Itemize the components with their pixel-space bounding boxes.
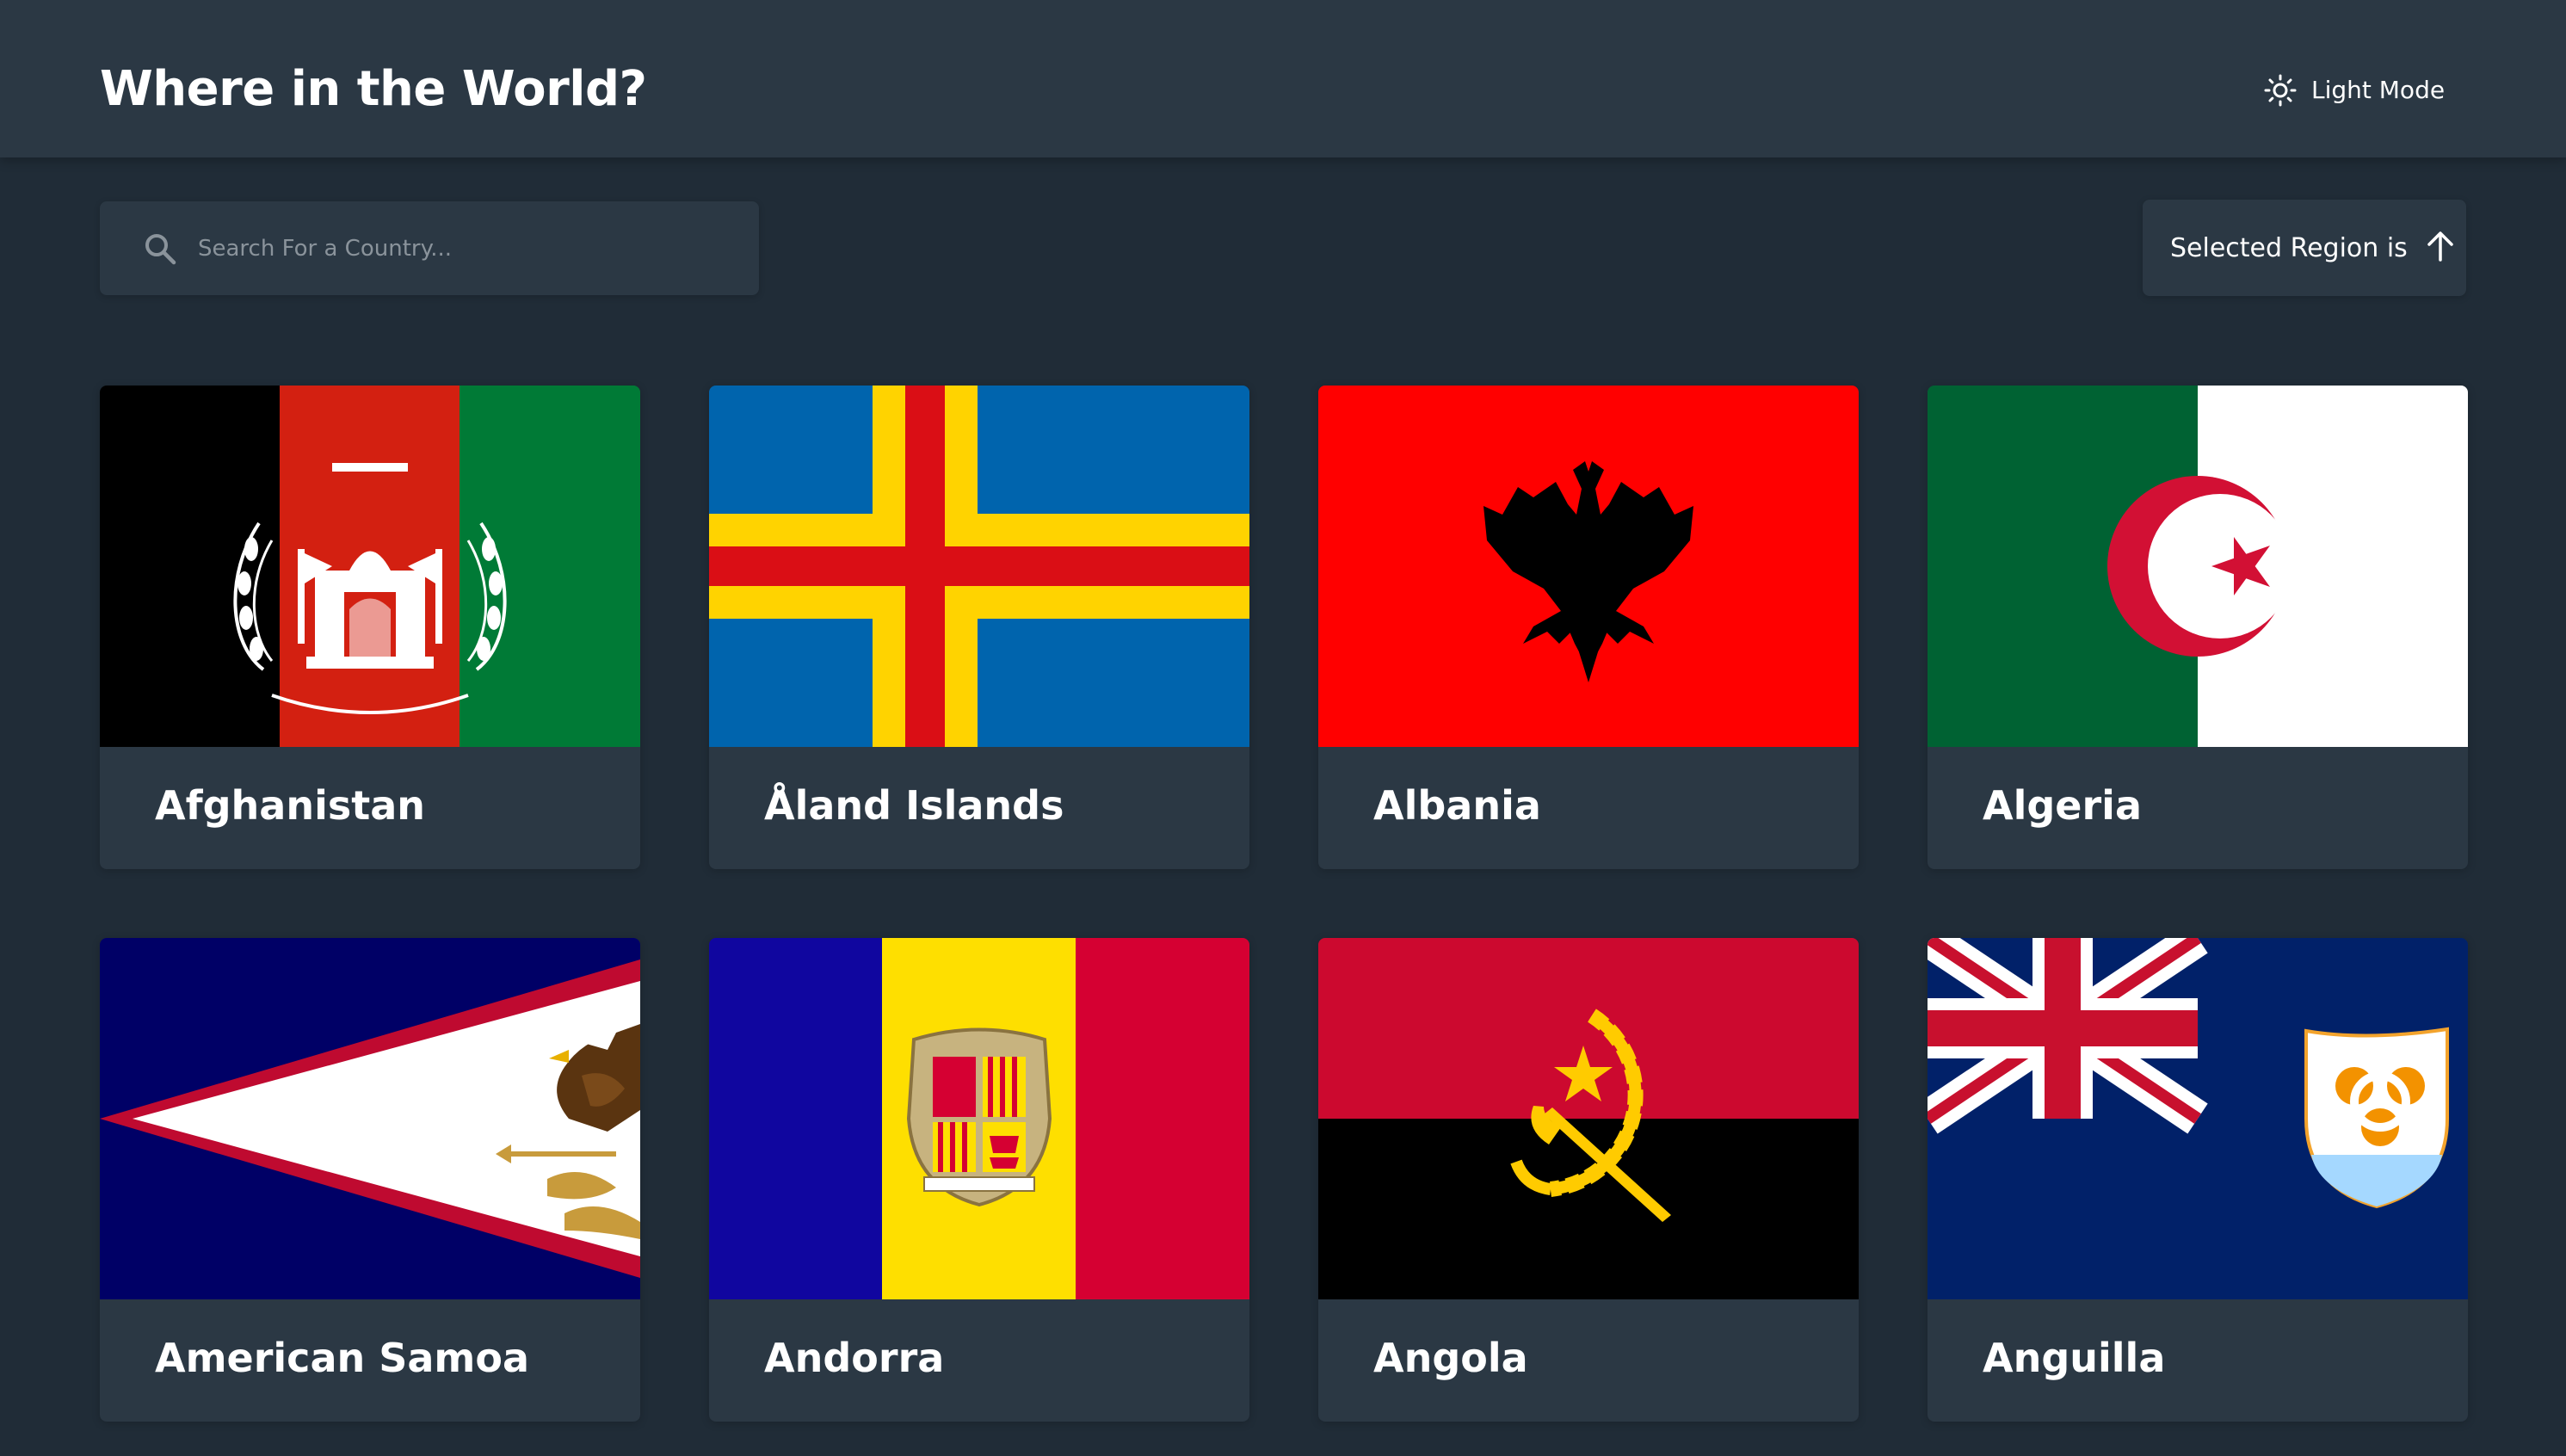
country-name: Angola (1373, 1335, 1528, 1381)
country-name: Andorra (764, 1335, 945, 1381)
theme-toggle-label: Light Mode (2311, 76, 2446, 104)
country-card[interactable]: Anguilla (1928, 938, 2468, 1422)
arrow-up-icon (2408, 229, 2458, 267)
country-name: Afghanistan (155, 782, 426, 829)
country-card[interactable]: Angola (1318, 938, 1859, 1422)
country-card[interactable]: Afghanistan (100, 386, 640, 869)
flag-image-anguilla (1928, 938, 2468, 1299)
search-icon (143, 231, 177, 266)
flag-image-afghanistan (100, 386, 640, 747)
region-filter-label: Selected Region is (2170, 232, 2408, 263)
country-name: Anguilla (1983, 1335, 2166, 1381)
country-card[interactable]: American Samoa (100, 938, 640, 1422)
flag-image-angola (1318, 938, 1859, 1299)
search-box[interactable] (100, 201, 759, 295)
country-card[interactable]: Åland Islands (709, 386, 1249, 869)
country-name: Algeria (1983, 782, 2142, 829)
country-card[interactable]: Andorra (709, 938, 1249, 1422)
country-name: American Samoa (155, 1335, 530, 1381)
flag-image-american-samoa (100, 938, 640, 1299)
sun-icon (2263, 73, 2298, 108)
header-bar: Where in the World? Light Mode (0, 0, 2566, 157)
country-card[interactable]: Albania (1318, 386, 1859, 869)
country-name: Åland Islands (764, 782, 1064, 829)
flag-image-andorra (709, 938, 1249, 1299)
flag-image-aland-islands (709, 386, 1249, 747)
flag-image-algeria (1928, 386, 2468, 747)
flag-image-albania (1318, 386, 1859, 747)
search-input[interactable] (196, 234, 733, 262)
country-name: Albania (1373, 782, 1541, 829)
app-title: Where in the World? (100, 61, 647, 117)
region-filter-button[interactable]: Selected Region is (2143, 200, 2466, 296)
country-card[interactable]: Algeria (1928, 386, 2468, 869)
theme-toggle-button[interactable]: Light Mode (2263, 67, 2445, 114)
